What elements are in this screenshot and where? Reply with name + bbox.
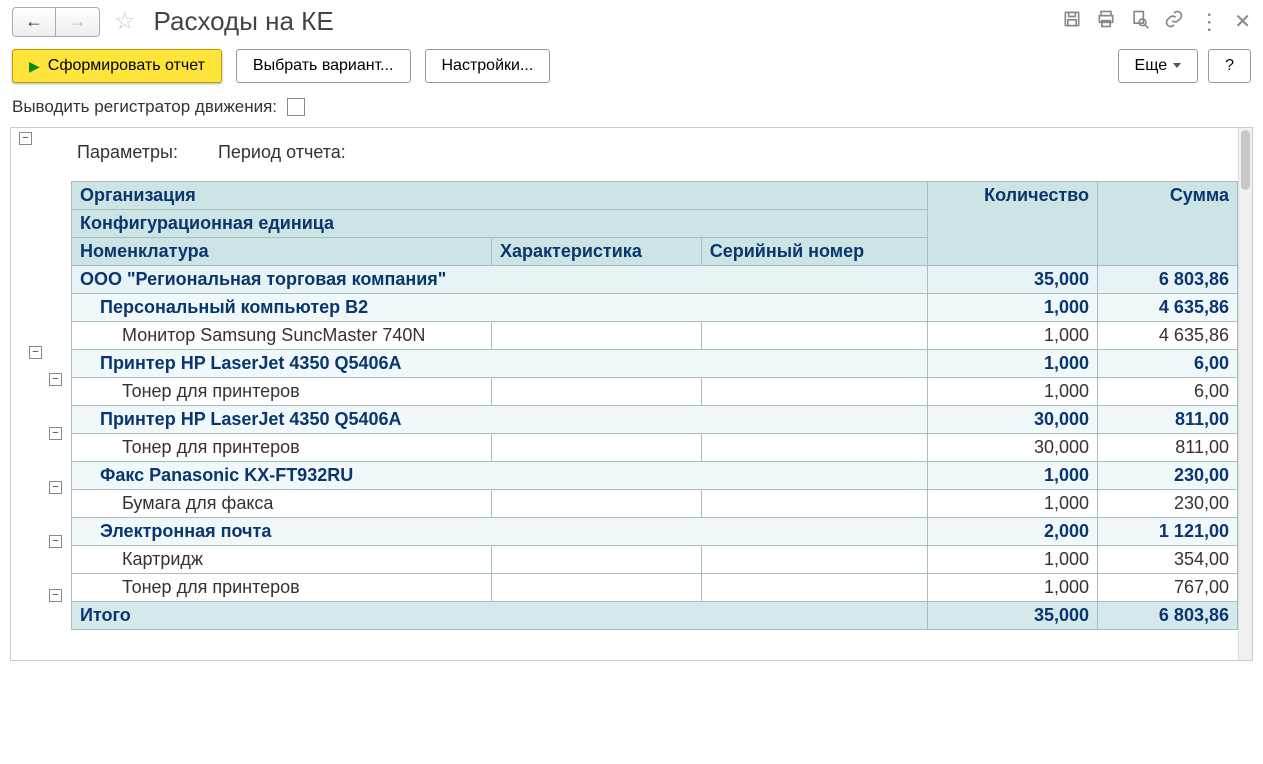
header-nomenclature: Номенклатура — [72, 238, 492, 266]
table-row[interactable]: Тонер для принтеров 1,000 6,00 — [72, 378, 1238, 406]
header-serial: Серийный номер — [701, 238, 927, 266]
table-row[interactable]: Тонер для принтеров 30,000 811,00 — [72, 434, 1238, 462]
nav-back-button[interactable]: ← — [12, 7, 56, 37]
table-row[interactable]: Факс Panasonic KX-FT932RU 1,000 230,00 — [72, 462, 1238, 490]
params-label: Параметры: — [77, 142, 178, 163]
print-icon[interactable] — [1096, 9, 1116, 35]
tree-toggle-org[interactable]: − — [29, 346, 42, 359]
nav-forward-button[interactable]: → — [56, 7, 100, 37]
table-row-total: Итого 35,000 6 803,86 — [72, 602, 1238, 630]
tree-toggle[interactable]: − — [49, 373, 62, 386]
scroll-thumb[interactable] — [1241, 130, 1250, 190]
favorite-star-icon[interactable]: ☆ — [114, 7, 136, 36]
page-title: Расходы на КЕ — [154, 6, 334, 37]
tree-column: − − − − − − − — [11, 128, 71, 660]
table-row[interactable]: Картридж 1,000 354,00 — [72, 546, 1238, 574]
more-button[interactable]: Еще — [1118, 49, 1199, 83]
report-area: − − − − − − − Параметры: Период отчета: — [10, 127, 1253, 661]
tree-toggle-root[interactable]: − — [19, 132, 32, 145]
settings-button[interactable]: Настройки... — [425, 49, 551, 83]
tree-toggle[interactable]: − — [49, 427, 62, 440]
save-icon[interactable] — [1062, 9, 1082, 35]
run-report-button[interactable]: ▶ Сформировать отчет — [12, 49, 222, 83]
link-icon[interactable] — [1164, 9, 1184, 35]
show-registrar-checkbox[interactable] — [287, 98, 305, 116]
period-label: Период отчета: — [218, 142, 346, 163]
table-row[interactable]: Монитор Samsung SuncMaster 740N 1,000 4 … — [72, 322, 1238, 350]
header-quantity: Количество — [928, 182, 1098, 266]
tree-toggle[interactable]: − — [49, 535, 62, 548]
run-report-label: Сформировать отчет — [48, 57, 205, 75]
table-row[interactable]: ООО "Региональная торговая компания" 35,… — [72, 266, 1238, 294]
header-characteristic: Характеристика — [492, 238, 702, 266]
preview-icon[interactable] — [1130, 9, 1150, 35]
report-table: Организация Количество Сумма Конфигураци… — [71, 181, 1238, 630]
tree-toggle[interactable]: − — [49, 589, 62, 602]
table-row[interactable]: Бумага для факса 1,000 230,00 — [72, 490, 1238, 518]
table-row[interactable]: Персональный компьютер B2 1,000 4 635,86 — [72, 294, 1238, 322]
table-row[interactable]: Электронная почта 2,000 1 121,00 — [72, 518, 1238, 546]
header-sum: Сумма — [1098, 182, 1238, 266]
table-row[interactable]: Принтер HP LaserJet 4350 Q5406А 1,000 6,… — [72, 350, 1238, 378]
table-row[interactable]: Тонер для принтеров 1,000 767,00 — [72, 574, 1238, 602]
header-config-unit: Конфигурационная единица — [72, 210, 928, 238]
tree-toggle[interactable]: − — [49, 481, 62, 494]
help-button[interactable]: ? — [1208, 49, 1251, 83]
choose-variant-button[interactable]: Выбрать вариант... — [236, 49, 411, 83]
close-icon[interactable]: ✕ — [1234, 9, 1251, 34]
show-registrar-label: Выводить регистратор движения: — [12, 97, 277, 117]
table-row[interactable]: Принтер HP LaserJet 4350 Q5406А 30,000 8… — [72, 406, 1238, 434]
more-menu-icon[interactable]: ⋮ — [1198, 9, 1220, 35]
vertical-scrollbar[interactable] — [1238, 128, 1252, 660]
play-icon: ▶ — [29, 58, 40, 75]
header-organization: Организация — [72, 182, 928, 210]
